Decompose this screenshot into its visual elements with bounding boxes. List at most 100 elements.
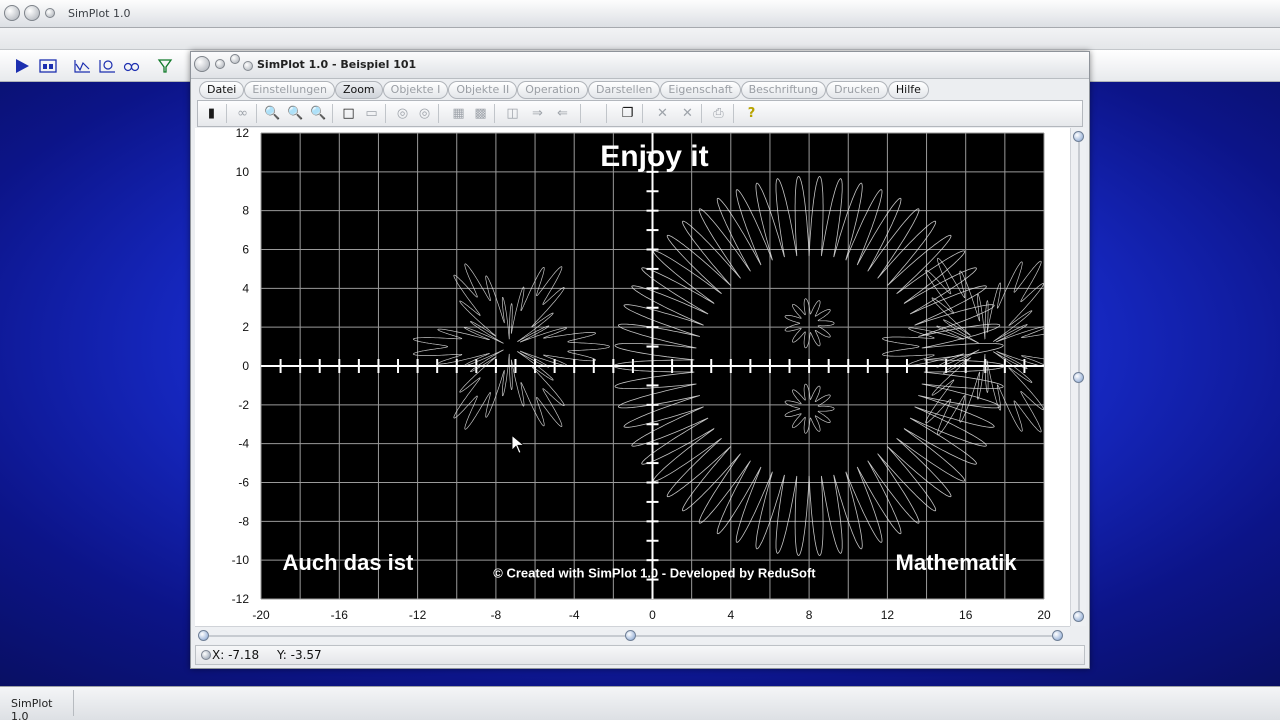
annotation-auch-das-ist: Auch das ist: [283, 550, 414, 575]
y-tick-label: 8: [242, 204, 249, 218]
circle-icon[interactable]: ◎: [394, 105, 411, 122]
copy-icon[interactable]: ❐: [619, 105, 636, 122]
x-tick-label: -4: [569, 608, 580, 622]
zoom-out-icon[interactable]: 🔍: [264, 105, 281, 122]
status-y-value: -3.57: [290, 648, 322, 662]
y-tick-label: 12: [236, 128, 250, 140]
horizontal-scrollbar[interactable]: [195, 626, 1070, 644]
y-tick-label: 4: [242, 281, 249, 295]
print-icon[interactable]: ⎙: [710, 105, 727, 122]
menu-hilfe[interactable]: Hilfe: [887, 81, 929, 99]
filter-icon[interactable]: [157, 58, 173, 76]
scroll-right-button[interactable]: [1052, 630, 1063, 641]
taskbar: SimPlot 1.0: [0, 686, 1280, 720]
x-tick-label: 0: [649, 608, 656, 622]
x-tick-label: -12: [409, 608, 427, 622]
x-tick-label: -20: [252, 608, 270, 622]
minimize-window-button[interactable]: [23, 5, 40, 21]
play-icon[interactable]: [14, 58, 30, 76]
vertical-scroll-thumb[interactable]: [1073, 372, 1084, 383]
x-tick-label: 16: [959, 608, 973, 622]
plot-area[interactable]: -20 -16 -12 -8 -4 0 4 8 12 16 20 12 10 8 6 4 2 0 -2 -4 -6 -8-…: [195, 128, 1070, 626]
scroll-down-button[interactable]: [1073, 611, 1084, 622]
plot-minimize-button[interactable]: [214, 59, 225, 69]
plot-canvas[interactable]: -20 -16 -12 -8 -4 0 4 8 12 16 20121086420-2-4-6-8-…: [195, 128, 1070, 626]
zoom-in-icon[interactable]: 🔍: [310, 105, 327, 122]
plot-toolbar: ▮ ∞ 🔍 🔍 🔍 □ ▭ ◎ ◎ ▦ ▩ ◫ ⇒ ⇐ ❐ ✕ ✕ ⎙ ?: [197, 100, 1083, 127]
menu-eigenschaft[interactable]: Eigenschaft: [660, 81, 741, 99]
y-tick-label: -8: [238, 514, 249, 528]
table-icon[interactable]: ▦: [450, 105, 467, 122]
vertical-scrollbar[interactable]: [1070, 128, 1086, 626]
status-x-value: -7.18: [228, 648, 260, 662]
annotation-credit: © Created with SimPlot 1.0 - Developed b…: [493, 566, 816, 581]
maximize-window-button[interactable]: [44, 8, 55, 18]
scroll-left-button[interactable]: [198, 630, 209, 641]
y-tick-label: 6: [242, 243, 249, 257]
y-tick-label: -6: [238, 476, 249, 490]
arrow-left-icon[interactable]: ⇐: [554, 105, 571, 122]
menu-datei[interactable]: Datei: [199, 81, 245, 99]
y-tick-label: 2: [242, 320, 249, 334]
cross-alt-icon[interactable]: ✕: [679, 105, 696, 122]
status-bar: X: -7.18 Y: -3.57: [195, 645, 1085, 665]
menu-drucken[interactable]: Drucken: [826, 81, 888, 99]
x-tick-label: -16: [331, 608, 349, 622]
menu-darstellen[interactable]: Darstellen: [587, 81, 661, 99]
screen-icon[interactable]: [39, 58, 57, 76]
annotation-enjoy-it: Enjoy it: [600, 140, 708, 173]
target-icon[interactable]: ◎: [416, 105, 433, 122]
menu-objekte-2[interactable]: Objekte II: [448, 81, 518, 99]
y-tick-label: -2: [238, 398, 249, 412]
status-icon: [201, 650, 211, 660]
help-icon[interactable]: ?: [743, 105, 760, 122]
menu-zoom[interactable]: Zoom: [334, 81, 383, 99]
plot-window: SimPlot 1.0 - Beispiel 101 Datei Einstell…: [190, 51, 1090, 669]
graph-alt-icon[interactable]: [98, 58, 116, 76]
taskbar-app-button[interactable]: SimPlot 1.0: [4, 690, 74, 720]
outer-menubar: [0, 28, 1280, 50]
x-tick-label: 8: [806, 608, 813, 622]
scroll-up-button[interactable]: [1073, 131, 1084, 142]
menu-operation[interactable]: Operation: [517, 81, 588, 99]
cross-icon[interactable]: ✕: [654, 105, 671, 122]
x-tick-label: 4: [727, 608, 734, 622]
arrow-right-icon[interactable]: ⇒: [529, 105, 546, 122]
plot-window-controls: [194, 54, 240, 74]
y-tick-label: 0: [242, 359, 249, 373]
close-window-button[interactable]: [4, 5, 20, 21]
x-tick-label: -8: [491, 608, 502, 622]
glasses-icon[interactable]: ∞: [234, 105, 251, 122]
app-title: SimPlot 1.0: [68, 7, 131, 20]
loops-icon[interactable]: [123, 58, 141, 76]
plot-close-button[interactable]: [194, 56, 210, 72]
menu-einstellungen[interactable]: Einstellungen: [244, 81, 335, 99]
status-y-readout: Y: -3.57: [277, 648, 322, 662]
annotation-mathematik: Mathematik: [896, 550, 1018, 575]
window-controls: [4, 5, 55, 23]
x-tick-label: 12: [881, 608, 895, 622]
horizontal-scroll-thumb[interactable]: [625, 630, 636, 641]
status-x-readout: X: -7.18: [212, 648, 259, 662]
y-tick-label: 10: [236, 165, 250, 179]
menu-beschriftung[interactable]: Beschriftung: [740, 81, 827, 99]
plot-maximize-button[interactable]: [229, 54, 240, 64]
square-icon[interactable]: □: [340, 105, 357, 122]
split-icon[interactable]: ▭: [363, 105, 380, 122]
plot-window-titlebar: SimPlot 1.0 - Beispiel 101: [191, 52, 1089, 79]
y-tick-label: -10: [232, 553, 250, 567]
status-x-label: X:: [212, 648, 225, 662]
y-tick-label: -12: [232, 592, 250, 606]
graph-icon[interactable]: [73, 58, 91, 76]
zoom-neutral-icon[interactable]: 🔍: [287, 105, 304, 122]
title-bullet-icon: [243, 61, 253, 71]
status-y-label: Y:: [277, 648, 287, 662]
menu-objekte-1[interactable]: Objekte I: [382, 81, 449, 99]
calculator-icon[interactable]: ▮: [203, 105, 220, 122]
x-tick-label: 20: [1037, 608, 1051, 622]
grid-icon[interactable]: ▩: [472, 105, 489, 122]
outer-titlebar: SimPlot 1.0: [0, 0, 1280, 28]
plot-window-title: SimPlot 1.0 - Beispiel 101: [257, 58, 417, 71]
y-tick-label: -4: [238, 437, 249, 451]
shapes-icon[interactable]: ◫: [504, 105, 521, 122]
